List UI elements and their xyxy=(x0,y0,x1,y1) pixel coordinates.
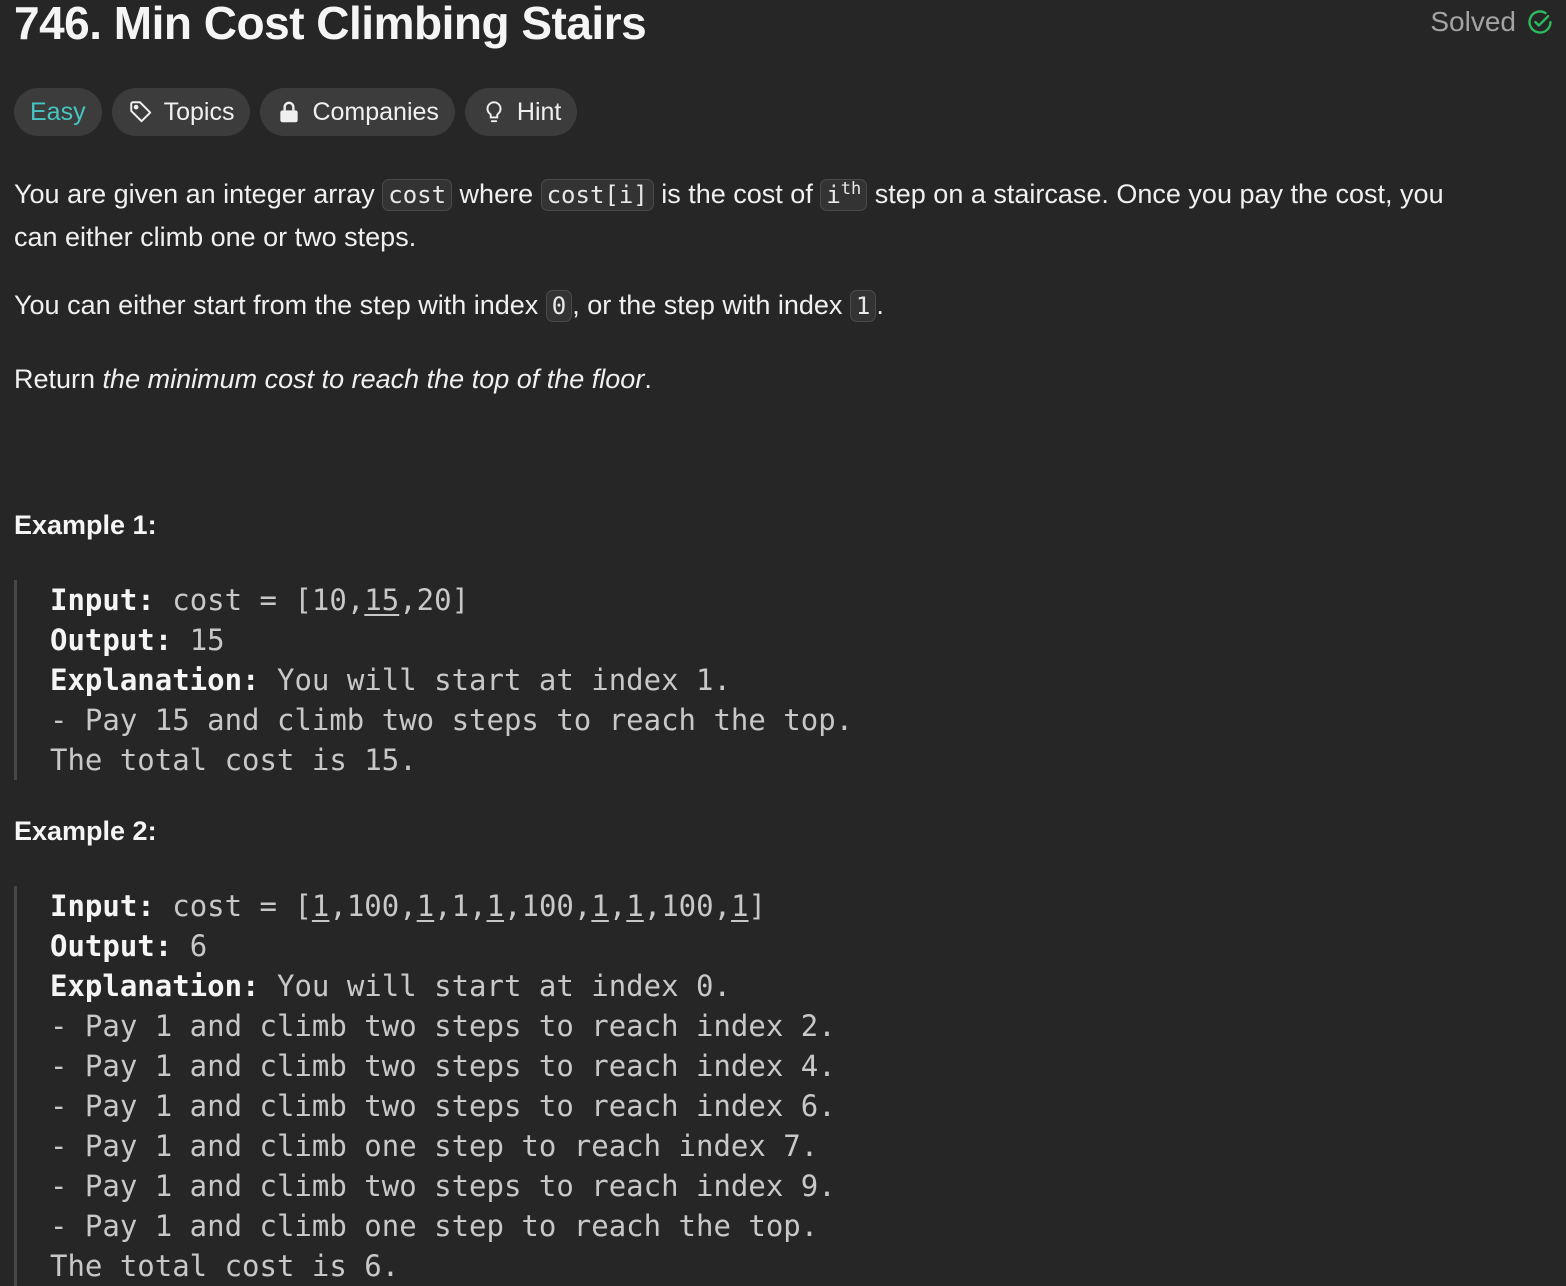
topics-button[interactable]: Topics xyxy=(111,88,251,136)
solved-label: Solved xyxy=(1430,6,1516,37)
example-2-explanation: Explanation: You will start at index 0. xyxy=(50,969,731,1003)
companies-label: Companies xyxy=(312,97,439,126)
example-2-input: Input: cost = [1,100,1,1,1,100,1,1,100,1… xyxy=(50,889,766,923)
hint-label: Hint xyxy=(516,97,562,126)
example-2-output: Output: 6 xyxy=(50,929,208,963)
solved-status: Solved xyxy=(1430,6,1554,38)
description-paragraph-1: You are given an integer array cost wher… xyxy=(14,179,1444,252)
tag-bar: Easy Topics Companies Hint xyxy=(14,88,578,136)
example-1-block: Input: cost = [10,15,20] Output: 15 Explan… xyxy=(14,580,853,780)
example-2-block: Input: cost = [1,100,1,1,1,100,1,1,100,1… xyxy=(14,886,836,1286)
description-paragraph-2: You can either start from the step with … xyxy=(14,290,884,322)
example-2-heading: Example 2: xyxy=(14,816,157,846)
topics-label: Topics xyxy=(163,97,235,126)
companies-button[interactable]: Companies xyxy=(260,88,455,136)
description-paragraph-3: Return the minimum cost to reach the top… xyxy=(14,364,652,394)
difficulty-badge[interactable]: Easy xyxy=(14,88,102,136)
hint-button[interactable]: Hint xyxy=(464,88,578,136)
code-ith: ith xyxy=(820,179,868,211)
problem-title: 746. Min Cost Climbing Stairs xyxy=(14,0,647,49)
lightbulb-icon xyxy=(486,101,502,123)
tag-icon xyxy=(129,101,151,123)
code-index-1: 1 xyxy=(849,290,877,322)
code-cost: cost xyxy=(382,179,453,211)
example-1-output: Output: 15 xyxy=(50,623,225,657)
code-index-0: 0 xyxy=(545,290,573,322)
lock-icon xyxy=(280,101,299,123)
code-cost-i: cost[i] xyxy=(540,179,654,211)
example-1-input: Input: cost = [10,15,20] xyxy=(50,583,470,617)
example-1-heading: Example 1: xyxy=(14,510,157,540)
example-1-explanation: Explanation: You will start at index 1. xyxy=(50,663,731,697)
check-circle-icon xyxy=(1528,10,1552,34)
